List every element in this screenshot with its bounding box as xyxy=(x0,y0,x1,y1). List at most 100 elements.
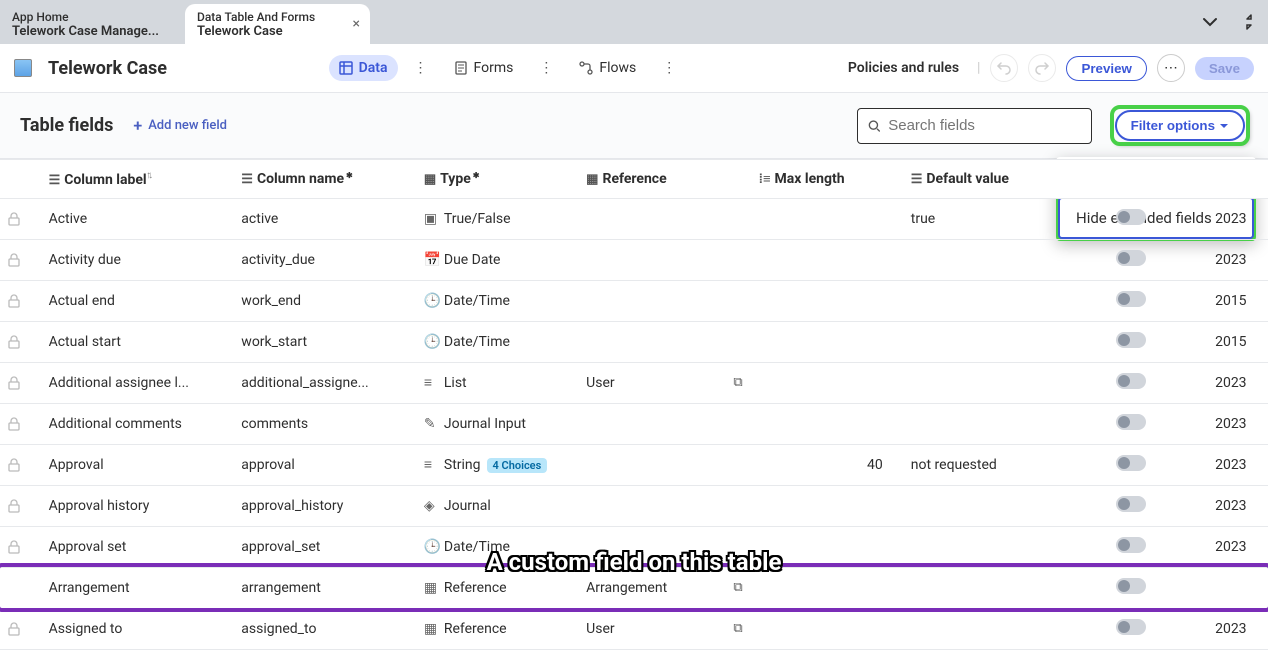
cell-toggle[interactable] xyxy=(1055,567,1207,608)
cell-maxlen xyxy=(751,198,903,239)
toggle-switch[interactable] xyxy=(1116,250,1146,266)
column-header-label[interactable]: ☰Column label xyxy=(41,160,234,199)
close-icon[interactable]: × xyxy=(353,16,360,32)
toggle-switch[interactable] xyxy=(1116,496,1146,512)
toggle-switch[interactable] xyxy=(1116,619,1146,635)
cell-type: ≡String4 Choices xyxy=(416,444,578,485)
cell-label: Actual start xyxy=(41,321,234,362)
policies-rules-link[interactable]: Policies and rules xyxy=(840,56,967,80)
search-input[interactable] xyxy=(888,117,1080,134)
column-header-reference[interactable]: ▦Reference xyxy=(578,160,750,199)
column-header-default[interactable]: ☰Default value xyxy=(903,160,1055,199)
tab-app-home[interactable]: App Home Telework Case Manage... xyxy=(0,4,185,44)
column-header-type[interactable]: ▦Type xyxy=(416,160,578,199)
cell-name: assigned_to xyxy=(233,608,416,649)
table-row[interactable]: Approval history approval_history ◈Journ… xyxy=(0,485,1268,526)
cell-maxlen xyxy=(751,403,903,444)
table-row[interactable]: Actual start work_start 🕒Date/Time 2015 xyxy=(0,321,1268,362)
forms-mode-more-icon[interactable]: ⋮ xyxy=(537,60,555,76)
mode-switcher: Data ⋮ Forms ⋮ Flows ⋮ xyxy=(329,55,679,81)
cell-toggle[interactable] xyxy=(1055,608,1207,649)
external-link-icon[interactable]: ⧉ xyxy=(733,580,742,595)
table-fields-toolbar: Table fields Add new field Filter option… xyxy=(0,93,1268,159)
section-title: Table fields xyxy=(20,115,113,136)
tab-title: Data Table And Forms xyxy=(197,10,358,24)
workspace-tabs: App Home Telework Case Manage... Data Ta… xyxy=(0,0,1268,44)
save-button: Save xyxy=(1195,57,1254,80)
cell-name: approval_set xyxy=(233,526,416,567)
tab-subtitle: Telework Case Manage... xyxy=(12,24,173,39)
table-icon xyxy=(14,59,32,77)
external-link-icon[interactable]: ⧉ xyxy=(733,375,742,390)
lock-icon xyxy=(0,485,41,526)
cell-toggle[interactable] xyxy=(1055,239,1207,280)
cell-reference: User⧉ xyxy=(578,608,750,649)
external-link-icon[interactable]: ⧉ xyxy=(733,621,742,636)
more-actions-button[interactable]: ⋯ xyxy=(1157,54,1185,82)
lock-icon xyxy=(0,403,41,444)
cell-name: activity_due xyxy=(233,239,416,280)
cell-default xyxy=(903,239,1055,280)
cell-toggle[interactable] xyxy=(1055,321,1207,362)
header-row: Telework Case Data ⋮ Forms ⋮ Flows ⋮ Pol… xyxy=(0,44,1268,93)
cell-name: arrangement xyxy=(233,567,416,608)
toggle-switch[interactable] xyxy=(1116,578,1146,594)
table-row[interactable]: Assigned to assigned_to ▦Reference User⧉… xyxy=(0,608,1268,649)
cell-label: Additional assignee l... xyxy=(41,362,234,403)
toggle-switch[interactable] xyxy=(1116,455,1146,471)
cell-reference xyxy=(578,198,750,239)
cell-default xyxy=(903,321,1055,362)
preview-button[interactable]: Preview xyxy=(1066,56,1146,81)
cell-reference xyxy=(578,485,750,526)
cell-year: 2023 xyxy=(1207,403,1268,444)
cell-year: 2023 xyxy=(1207,198,1268,239)
cell-toggle[interactable] xyxy=(1055,362,1207,403)
toggle-switch[interactable] xyxy=(1116,332,1146,348)
cell-maxlen xyxy=(751,280,903,321)
search-fields-input[interactable] xyxy=(857,108,1092,144)
cell-default xyxy=(903,362,1055,403)
data-mode-button[interactable]: Data xyxy=(329,55,398,81)
plus-icon xyxy=(133,116,142,135)
column-header-name[interactable]: ☰Column name xyxy=(233,160,416,199)
cell-year xyxy=(1207,567,1268,608)
lock-icon xyxy=(0,444,41,485)
table-row[interactable]: Actual end work_end 🕒Date/Time 2015 xyxy=(0,280,1268,321)
cell-name: work_start xyxy=(233,321,416,362)
flows-mode-button[interactable]: Flows xyxy=(569,55,646,81)
table-row[interactable]: Active active ▣True/False true 2023 xyxy=(0,198,1268,239)
add-new-field-button[interactable]: Add new field xyxy=(133,116,227,135)
toggle-switch[interactable] xyxy=(1116,209,1146,225)
cell-reference xyxy=(578,444,750,485)
cell-toggle[interactable] xyxy=(1055,485,1207,526)
tab-data-table-forms[interactable]: Data Table And Forms Telework Case × xyxy=(185,4,370,44)
collapse-icon[interactable] xyxy=(1240,13,1258,31)
fields-table: ☰Column label ☰Column name ▦Type ▦Refere… xyxy=(0,159,1268,650)
cell-toggle[interactable] xyxy=(1055,280,1207,321)
toggle-switch[interactable] xyxy=(1116,414,1146,430)
column-header-maxlen[interactable]: ⁞≡Max length xyxy=(751,160,903,199)
data-mode-more-icon[interactable]: ⋮ xyxy=(412,60,430,76)
table-row[interactable]: Activity due activity_due 📅Due Date 2023 xyxy=(0,239,1268,280)
forms-mode-button[interactable]: Forms xyxy=(444,55,524,81)
cell-toggle[interactable] xyxy=(1055,403,1207,444)
cell-toggle[interactable] xyxy=(1055,198,1207,239)
toggle-switch[interactable] xyxy=(1116,291,1146,307)
toggle-switch[interactable] xyxy=(1116,373,1146,389)
lock-icon xyxy=(0,526,41,567)
cell-default xyxy=(903,526,1055,567)
filter-options-button[interactable]: Filter options xyxy=(1115,110,1245,141)
cell-toggle[interactable] xyxy=(1055,526,1207,567)
lock-icon xyxy=(0,608,41,649)
cell-default xyxy=(903,403,1055,444)
flows-mode-more-icon[interactable]: ⋮ xyxy=(660,60,678,76)
table-row[interactable]: Additional comments comments ✎Journal In… xyxy=(0,403,1268,444)
toggle-switch[interactable] xyxy=(1116,537,1146,553)
cell-toggle[interactable] xyxy=(1055,444,1207,485)
table-row[interactable]: Additional assignee l... additional_assi… xyxy=(0,362,1268,403)
cell-name: approval_history xyxy=(233,485,416,526)
chevron-down-icon[interactable] xyxy=(1200,12,1220,32)
cell-year: 2023 xyxy=(1207,444,1268,485)
cell-name: work_end xyxy=(233,280,416,321)
table-row[interactable]: Approval approval ≡String4 Choices 40 no… xyxy=(0,444,1268,485)
